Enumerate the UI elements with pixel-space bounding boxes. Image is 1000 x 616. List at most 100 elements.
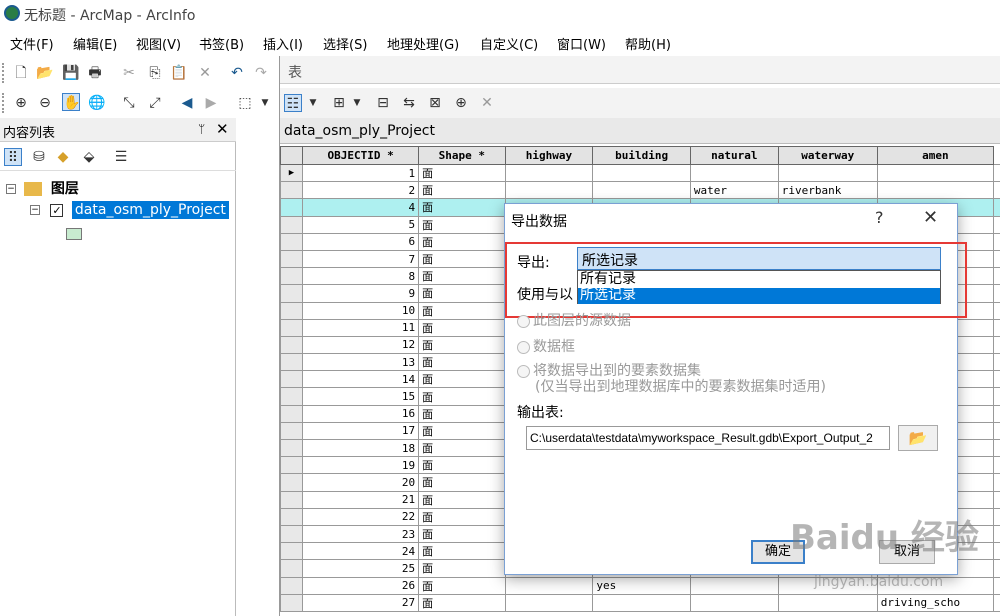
- row-selector[interactable]: [280, 267, 304, 286]
- table-cell-oid[interactable]: 10: [302, 301, 420, 320]
- option-all-records[interactable]: 所有记录: [578, 272, 940, 288]
- table-cell-building[interactable]: [592, 163, 691, 183]
- row-selector[interactable]: [280, 370, 304, 389]
- table-cell-shape[interactable]: 面: [418, 490, 506, 509]
- table-cell-oid[interactable]: 22: [302, 507, 420, 526]
- table-cell-shape[interactable]: 面: [418, 267, 506, 286]
- table-cell-shape[interactable]: 面: [418, 284, 506, 303]
- column-header-highway[interactable]: highway: [504, 146, 594, 165]
- table-cell-oid[interactable]: 12: [302, 335, 420, 355]
- help-icon[interactable]: ?: [875, 208, 884, 227]
- table-cell-shape[interactable]: 面: [418, 559, 506, 578]
- table-cell-oid[interactable]: 9: [302, 284, 420, 303]
- table-cell-waterway[interactable]: riverbank: [777, 181, 878, 200]
- radio-button[interactable]: [517, 314, 530, 328]
- table-cell-shape[interactable]: 面: [418, 163, 506, 183]
- column-header-natural[interactable]: natural: [689, 146, 779, 165]
- delete-icon[interactable]: ✕: [196, 64, 214, 82]
- row-selector[interactable]: [280, 473, 304, 492]
- clear-selection-icon[interactable]: ⊠: [426, 94, 444, 112]
- fixed-zoom-out-icon[interactable]: ⤢: [146, 94, 164, 112]
- table-cell-shape[interactable]: 面: [418, 404, 506, 423]
- option-selected-records[interactable]: 所选记录: [578, 288, 940, 304]
- table-cell-natural[interactable]: water: [689, 181, 779, 200]
- list-by-source-icon[interactable]: ⛁: [30, 148, 48, 166]
- undo-icon[interactable]: ↶: [228, 64, 246, 82]
- table-cell-shape[interactable]: 面: [418, 473, 506, 492]
- export-select[interactable]: 所选记录 ⌄: [577, 247, 941, 270]
- print-icon[interactable]: 🖶: [86, 64, 104, 82]
- table-cell-oid[interactable]: 19: [302, 456, 420, 475]
- pin-icon[interactable]: ᛘ: [198, 122, 205, 136]
- table-cell-shape[interactable]: 面: [418, 181, 506, 200]
- row-selector[interactable]: [280, 559, 304, 578]
- table-cell-shape[interactable]: 面: [418, 438, 506, 458]
- table-cell-natural[interactable]: [689, 576, 779, 595]
- redo-icon[interactable]: ↷: [252, 64, 270, 82]
- table-cell-oid[interactable]: 13: [302, 353, 420, 372]
- layer-symbol-swatch[interactable]: [66, 228, 82, 240]
- chevron-down-icon[interactable]: ⌄: [582, 250, 936, 266]
- menu-geoprocessing[interactable]: 地理处理(G): [387, 34, 459, 53]
- toolbar-grip-2[interactable]: [2, 93, 6, 113]
- radio-data-frame[interactable]: 数据框: [517, 336, 575, 356]
- close-icon[interactable]: ✕: [923, 207, 938, 228]
- row-selector[interactable]: [280, 249, 304, 269]
- close-icon[interactable]: ✕: [216, 120, 229, 138]
- zoom-to-selected-icon[interactable]: ⊕: [452, 94, 470, 112]
- table-cell-oid[interactable]: 2: [302, 181, 420, 200]
- table-cell-highway[interactable]: [504, 593, 594, 612]
- table-cell-shape[interactable]: 面: [418, 421, 506, 441]
- row-selector[interactable]: [280, 198, 304, 217]
- pan-hand-icon[interactable]: ✋: [62, 93, 80, 111]
- row-selector[interactable]: [280, 456, 304, 475]
- row-selector[interactable]: [280, 335, 304, 355]
- table-cell-amen[interactable]: [876, 181, 995, 200]
- new-document-icon[interactable]: 🗋: [12, 64, 30, 82]
- column-header-amenity[interactable]: amen: [876, 146, 995, 165]
- row-selector[interactable]: [280, 421, 304, 441]
- delete-selected-icon[interactable]: ✕: [478, 94, 496, 112]
- menu-file[interactable]: 文件(F): [10, 34, 54, 53]
- table-cell-shape[interactable]: 面: [418, 318, 506, 337]
- menu-help[interactable]: 帮助(H): [625, 34, 671, 53]
- table-cell-shape[interactable]: 面: [418, 301, 506, 320]
- back-arrow-icon[interactable]: ◀: [178, 94, 196, 112]
- row-selector[interactable]: [280, 490, 304, 509]
- list-by-drawing-order-icon[interactable]: ⠿: [4, 148, 22, 166]
- options-icon[interactable]: ☰: [112, 148, 130, 166]
- table-cell-building[interactable]: yes: [592, 576, 691, 595]
- table-cell-oid[interactable]: 26: [302, 576, 420, 595]
- table-cell-oid[interactable]: 15: [302, 387, 420, 406]
- table-cell-oid[interactable]: 27: [302, 593, 420, 612]
- table-cell-shape[interactable]: 面: [418, 370, 506, 389]
- cut-icon[interactable]: ✂: [120, 64, 138, 82]
- table-cell-shape[interactable]: 面: [418, 198, 506, 217]
- radio-layer-source[interactable]: 此图层的源数据: [517, 310, 631, 330]
- table-cell-natural[interactable]: [689, 163, 779, 183]
- chevron-down-icon[interactable]: ▼: [304, 94, 322, 112]
- checkbox-checked-icon[interactable]: ✓: [50, 203, 64, 217]
- collapse-icon[interactable]: −: [6, 184, 16, 194]
- row-selector[interactable]: ▶: [280, 163, 304, 183]
- list-by-visibility-icon[interactable]: ◆: [54, 148, 72, 166]
- table-cell-oid[interactable]: 20: [302, 473, 420, 492]
- zoom-in-icon[interactable]: ⊕: [12, 94, 30, 112]
- table-cell-oid[interactable]: 21: [302, 490, 420, 509]
- row-selector[interactable]: [280, 438, 304, 458]
- row-selector[interactable]: [280, 387, 304, 406]
- menu-bookmarks[interactable]: 书签(B): [199, 34, 244, 53]
- table-cell-oid[interactable]: 25: [302, 559, 420, 578]
- browse-folder-button[interactable]: 📂: [898, 425, 938, 451]
- forward-arrow-icon[interactable]: ▶: [202, 94, 220, 112]
- chevron-down-icon[interactable]: ▼: [256, 94, 274, 112]
- menu-insert[interactable]: 插入(I): [263, 34, 303, 53]
- table-cell-building[interactable]: [592, 593, 691, 612]
- table-cell-shape[interactable]: 面: [418, 524, 506, 544]
- table-cell-oid[interactable]: 1: [302, 163, 420, 183]
- table-cell-shape[interactable]: 面: [418, 249, 506, 269]
- row-selector[interactable]: [280, 542, 304, 561]
- table-cell-shape[interactable]: 面: [418, 215, 506, 234]
- chevron-down-icon[interactable]: ▼: [348, 94, 366, 112]
- row-selector[interactable]: [280, 593, 304, 612]
